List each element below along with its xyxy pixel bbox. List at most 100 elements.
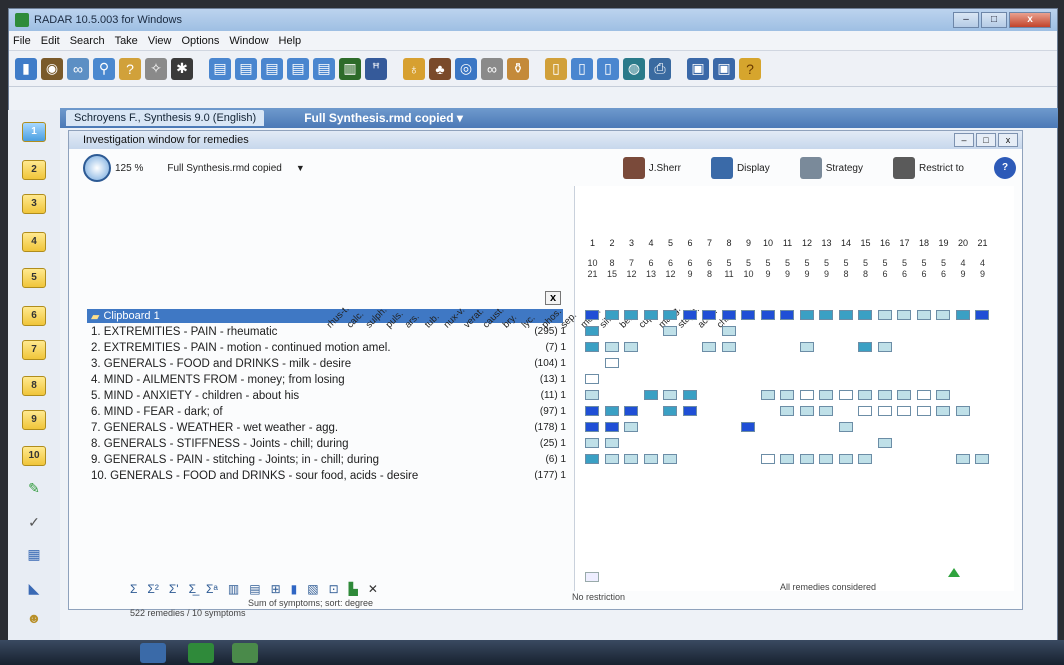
clipboard-close-button[interactable]: x <box>545 291 561 305</box>
inv-minimize-button[interactable]: – <box>954 133 974 147</box>
user-button[interactable]: J.Sherr <box>622 157 681 179</box>
grid-cell[interactable] <box>624 310 638 320</box>
grid-cell[interactable] <box>663 390 677 400</box>
bulb-icon[interactable]: ✧ <box>145 57 167 80</box>
tab-clipboard-10[interactable]: 10 <box>22 446 46 466</box>
grid-cell[interactable] <box>858 342 872 352</box>
tab-clipboard-6[interactable]: 6 <box>22 306 46 326</box>
play-icon[interactable] <box>948 568 960 577</box>
menu-search[interactable]: Search <box>70 35 105 47</box>
grid-cell[interactable] <box>858 454 872 464</box>
book-3-icon[interactable]: ▯ <box>597 57 619 80</box>
grid-cell[interactable] <box>663 326 677 336</box>
grid-cell[interactable] <box>604 438 619 448</box>
tab-clipboard-7[interactable]: 7 <box>22 340 46 360</box>
chart-icon[interactable]: ◣ <box>24 580 44 598</box>
help-icon[interactable]: ? <box>739 57 761 80</box>
tab-clipboard-3[interactable]: 3 <box>22 194 46 214</box>
grid-cell[interactable] <box>819 390 833 400</box>
grid-cell[interactable] <box>624 342 638 352</box>
grid-cell[interactable] <box>780 310 794 320</box>
grid-cell[interactable] <box>604 406 619 416</box>
glasses-icon[interactable]: ∞ <box>67 57 89 80</box>
grid-cell[interactable] <box>936 310 950 320</box>
chart-bar-icon[interactable]: ▥ <box>228 582 239 596</box>
grid-cell[interactable] <box>643 390 658 400</box>
grid-cell[interactable] <box>585 374 599 384</box>
grid-cell[interactable] <box>585 310 599 320</box>
grid-cell[interactable] <box>702 342 716 352</box>
taskbar-explorer-icon[interactable] <box>140 643 166 663</box>
sum-degree-icon[interactable]: Σ² <box>147 582 158 596</box>
grid-cell[interactable] <box>799 342 814 352</box>
people-icon[interactable]: ☻ <box>24 610 44 628</box>
grid-cell[interactable] <box>721 342 736 352</box>
grid-cell[interactable] <box>780 406 794 416</box>
tab-clipboard-5[interactable]: 5 <box>22 268 46 288</box>
grid-cell[interactable] <box>897 310 911 320</box>
grid-cell[interactable] <box>799 310 814 320</box>
grid-cell[interactable] <box>877 406 892 416</box>
grid-cell[interactable] <box>624 406 638 416</box>
book-1-icon[interactable]: ▯ <box>545 57 567 80</box>
grid-cell[interactable] <box>585 390 599 400</box>
menu-options[interactable]: Options <box>181 35 219 47</box>
grid-cell[interactable] <box>916 406 931 416</box>
remedy-icon[interactable]: ⚱ <box>507 57 529 80</box>
grid-cell[interactable] <box>916 390 931 400</box>
binoculars-icon[interactable]: ◉ <box>41 57 63 80</box>
grid-cell[interactable] <box>955 310 970 320</box>
grid-cell[interactable] <box>585 342 599 352</box>
grid-cell[interactable] <box>858 390 872 400</box>
inv-close-button[interactable]: x <box>998 133 1018 147</box>
grid-cell[interactable] <box>780 390 794 400</box>
synthesis-file-title[interactable]: Full Synthesis.rmd copied ▾ <box>304 111 463 125</box>
tab-clipboard-1[interactable]: 1 <box>22 122 46 142</box>
grid-cell[interactable] <box>585 406 599 416</box>
grid-cell[interactable] <box>721 326 736 336</box>
clipboard-3-icon[interactable]: ▤ <box>261 57 283 80</box>
open-book-icon[interactable]: ▮ <box>15 57 37 80</box>
grid-cell[interactable] <box>936 406 950 416</box>
analysis-chart-icon[interactable]: ▥ <box>339 57 361 80</box>
grid-cell[interactable] <box>819 454 833 464</box>
book-2-icon[interactable]: ▯ <box>571 57 593 80</box>
sum-small-icon[interactable]: Σᵃ <box>206 582 218 596</box>
grid-cell[interactable] <box>858 310 872 320</box>
minimize-button[interactable]: – <box>953 12 979 28</box>
menu-view[interactable]: View <box>148 35 172 47</box>
grid-cell[interactable] <box>663 406 677 416</box>
clipboard-1-icon[interactable]: ▤ <box>209 57 231 80</box>
magnifier-icon[interactable] <box>83 154 111 182</box>
pencil-icon[interactable]: ✎ <box>24 480 44 498</box>
grid-cell[interactable] <box>663 310 677 320</box>
menu-help[interactable]: Help <box>279 35 302 47</box>
grid-cell[interactable] <box>682 310 697 320</box>
grid-cell[interactable] <box>916 310 931 320</box>
tab-synthesis[interactable]: Schroyens F., Synthesis 9.0 (English) <box>66 110 265 126</box>
grid-cell[interactable] <box>741 310 755 320</box>
grid-cell[interactable] <box>936 390 950 400</box>
grid-cell[interactable] <box>741 422 755 432</box>
grid-cell[interactable] <box>877 342 892 352</box>
restrict-button[interactable]: Restrict to <box>892 157 964 179</box>
grid-cell[interactable] <box>624 422 638 432</box>
compare-icon[interactable]: ▧ <box>307 582 318 596</box>
tab-clipboard-2[interactable]: 2 <box>22 160 46 180</box>
grid-cell[interactable] <box>682 406 697 416</box>
grid-cell[interactable] <box>604 358 619 368</box>
grid-cell[interactable] <box>643 310 658 320</box>
bottle-small-icon[interactable]: ▮ <box>291 582 298 596</box>
kingdom-icon[interactable]: ⊡ <box>329 582 339 596</box>
search-icon[interactable]: ⚲ <box>93 57 115 80</box>
strategy-button[interactable]: Strategy <box>799 157 863 179</box>
close-analysis-icon[interactable]: ✕ <box>368 582 378 596</box>
grid-cell[interactable] <box>799 406 814 416</box>
keynote-2-icon[interactable]: ▣ <box>713 57 735 80</box>
tab-clipboard-4[interactable]: 4 <box>22 232 46 252</box>
grid-cell[interactable] <box>604 422 619 432</box>
taskbar-excel-icon[interactable] <box>188 643 214 663</box>
grid-cell[interactable] <box>585 326 599 336</box>
grid-cell[interactable] <box>975 454 989 464</box>
grid-cell[interactable] <box>877 438 892 448</box>
